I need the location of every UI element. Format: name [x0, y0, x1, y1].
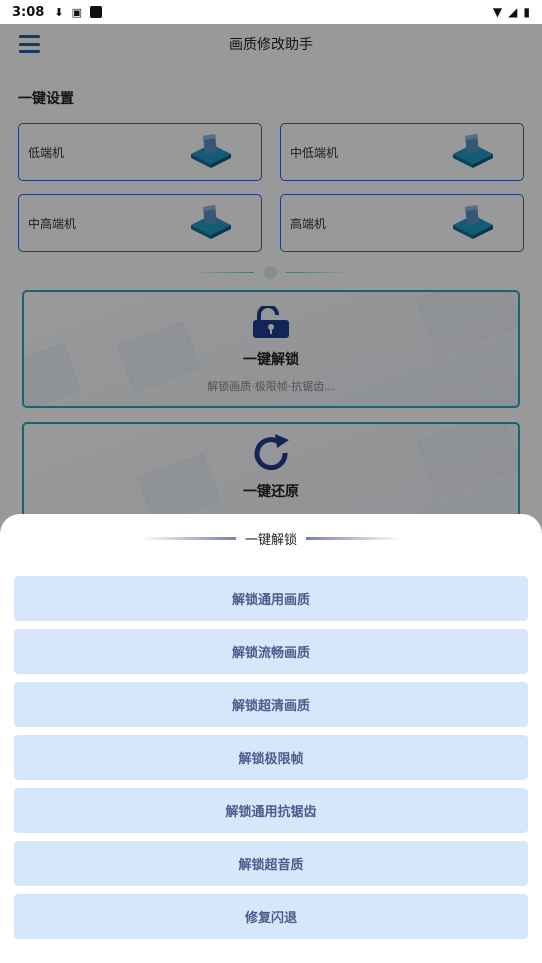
status-bar: 3:08 ⬇ ▣ ▼ ◢ ▮: [0, 0, 542, 24]
sheet-header: 一键解锁: [0, 529, 542, 548]
option-unlock-hd-quality[interactable]: 解锁超清画质: [14, 682, 528, 727]
download-icon: ⬇: [54, 5, 64, 19]
option-unlock-super-sound[interactable]: 解锁超音质: [14, 841, 528, 886]
app-notification-icon: [89, 6, 102, 18]
option-unlock-smooth-quality[interactable]: 解锁流畅画质: [14, 629, 528, 674]
bottom-sheet: 一键解锁 解锁通用画质 解锁流畅画质 解锁超清画质 解锁极限帧 解锁通用抗锯齿 …: [0, 514, 542, 963]
sheet-title: 一键解锁: [244, 532, 297, 548]
battery-icon: ▮: [523, 5, 530, 19]
notification-icon: ▣: [71, 5, 82, 19]
header-line-right: [306, 536, 402, 540]
status-time: 3:08: [12, 4, 45, 20]
option-fix-crash[interactable]: 修复闪退: [14, 894, 528, 939]
option-unlock-max-fps[interactable]: 解锁极限帧: [14, 735, 528, 780]
option-unlock-anti-aliasing[interactable]: 解锁通用抗锯齿: [14, 788, 528, 833]
signal-icon: ◢: [508, 5, 518, 19]
header-line-left: [139, 536, 236, 540]
option-unlock-general-quality[interactable]: 解锁通用画质: [14, 576, 528, 621]
wifi-icon: ▼: [492, 5, 503, 19]
